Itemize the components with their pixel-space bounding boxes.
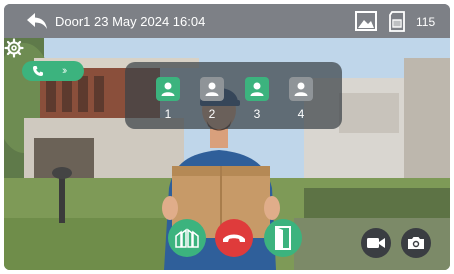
user-icon bbox=[161, 82, 175, 96]
unlock-gate-icon bbox=[175, 228, 199, 248]
camera-4-button[interactable] bbox=[289, 77, 313, 101]
gear-icon[interactable] bbox=[4, 38, 24, 58]
camera-1-label: 1 bbox=[164, 107, 172, 121]
user-icon bbox=[294, 82, 308, 96]
top-bar: Door1 23 May 2024 16:04 115 bbox=[4, 4, 450, 38]
message-count: 115 bbox=[416, 15, 436, 29]
hang-up-button[interactable] bbox=[215, 219, 253, 257]
snapshot-camera-icon bbox=[408, 237, 424, 249]
camera-3-button[interactable] bbox=[245, 77, 269, 101]
door-title: Door1 23 May 2024 16:04 bbox=[55, 14, 206, 29]
unlock-door-icon bbox=[275, 226, 291, 250]
phone-icon bbox=[33, 66, 43, 76]
camera-1-button[interactable] bbox=[156, 77, 180, 101]
record-video-button[interactable] bbox=[361, 228, 391, 258]
camera-3-label: 3 bbox=[253, 107, 261, 121]
camera-2-label: 2 bbox=[208, 107, 216, 121]
unlock-door-button[interactable] bbox=[264, 219, 302, 257]
camera-2-button[interactable] bbox=[200, 77, 224, 101]
sd-card-icon bbox=[389, 11, 405, 32]
snapshot-button[interactable] bbox=[401, 228, 431, 258]
user-icon bbox=[250, 82, 264, 96]
image-icon[interactable] bbox=[355, 11, 377, 31]
user-icon bbox=[205, 82, 219, 96]
camera-selector: 1 2 3 4 bbox=[125, 62, 342, 129]
double-chevron-icon: ›› bbox=[62, 65, 68, 77]
camera-4-label: 4 bbox=[297, 107, 305, 121]
hang-up-icon bbox=[223, 234, 245, 242]
back-arrow-icon[interactable] bbox=[26, 12, 48, 30]
unlock-gate-button[interactable] bbox=[168, 219, 206, 257]
call-status-pill[interactable]: ›› bbox=[22, 61, 84, 81]
intercom-screen: Door1 23 May 2024 16:04 115 ›› 1 2 3 4 bbox=[4, 4, 450, 270]
camera-view: ›› 1 2 3 4 bbox=[4, 38, 450, 270]
record-video-icon bbox=[367, 238, 385, 248]
